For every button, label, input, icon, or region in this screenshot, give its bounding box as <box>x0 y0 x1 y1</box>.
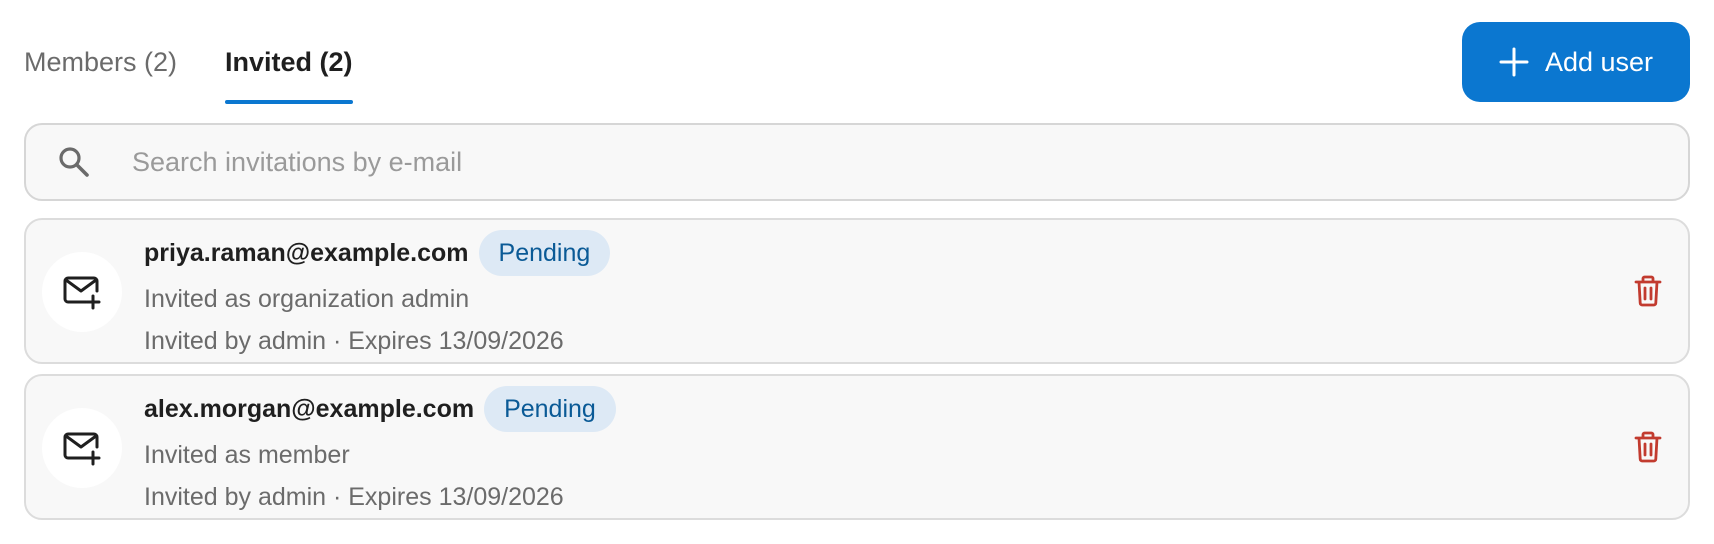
trash-icon <box>1634 275 1662 307</box>
invitation-role: Invited as organization admin <box>144 285 470 313</box>
plus-icon <box>1499 47 1529 77</box>
header: Members (2) Invited (2) Add user <box>24 22 1690 104</box>
invitation-header: priya.raman@example.com Pending <box>144 228 611 278</box>
invitations-page: Members (2) Invited (2) Add user Search … <box>0 0 1714 544</box>
invitation-meta: Invited by admin · Expires 13/09/2026 <box>144 483 564 511</box>
tab-members[interactable]: Members (2) <box>24 22 177 84</box>
invitation-list: priya.raman@example.com Pending Invited … <box>24 218 1690 530</box>
tab-invited[interactable]: Invited (2) <box>225 22 353 104</box>
search-input[interactable] <box>130 131 1688 193</box>
invitation-card: priya.raman@example.com Pending Invited … <box>24 218 1690 364</box>
status-badge: Pending <box>478 230 611 276</box>
add-user-button[interactable]: Add user <box>1462 22 1690 102</box>
search-bar <box>24 123 1690 201</box>
invitation-details: alex.morgan@example.com Pending Invited … <box>144 384 616 518</box>
avatar <box>42 252 122 332</box>
invitation-header: alex.morgan@example.com Pending <box>144 384 616 434</box>
search-icon <box>59 147 89 177</box>
delete-invitation-button[interactable] <box>1626 425 1670 469</box>
tab-bar: Members (2) Invited (2) <box>24 22 353 104</box>
status-badge: Pending <box>484 386 616 432</box>
trash-icon <box>1634 431 1662 463</box>
invitation-meta: Invited by admin · Expires 13/09/2026 <box>144 327 564 355</box>
mail-plus-icon <box>63 432 101 466</box>
invitee-email: priya.raman@example.com <box>144 238 469 267</box>
invitation-card: alex.morgan@example.com Pending Invited … <box>24 374 1690 520</box>
mail-plus-icon <box>63 276 101 310</box>
add-user-label: Add user <box>1544 46 1654 77</box>
invitee-email: alex.morgan@example.com <box>144 394 475 423</box>
avatar <box>42 408 122 488</box>
invitation-role: Invited as member <box>144 441 350 469</box>
invitation-details: priya.raman@example.com Pending Invited … <box>144 228 611 362</box>
delete-invitation-button[interactable] <box>1626 269 1670 313</box>
